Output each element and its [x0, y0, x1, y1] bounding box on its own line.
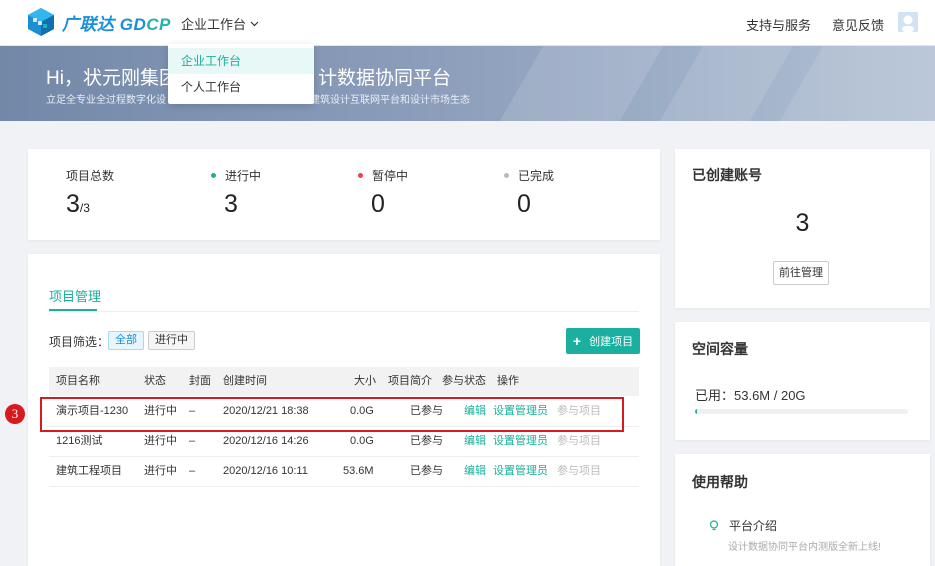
workspace-label: 企业工作台	[181, 17, 247, 32]
feedback-link[interactable]: 意见反馈	[832, 15, 884, 34]
stat-done-label: 已完成	[518, 169, 555, 183]
table-row: 建筑工程项目 进行中 – 2020/12/16 10:11 53.6M 已参与 …	[49, 457, 639, 487]
edit-link[interactable]: 编辑	[464, 457, 486, 486]
stat-done: 已完成 0	[504, 167, 554, 219]
storage-card: 空间容量 已用：53.6M / 20G	[675, 322, 930, 440]
workspace-dropdown: 企业工作台 个人工作台	[168, 44, 314, 104]
plus-icon: +	[572, 333, 582, 349]
filter-all[interactable]: 全部	[108, 331, 144, 350]
top-header: 广联达 GDCP 企业工作台 支持与服务 意见反馈	[0, 0, 935, 46]
avatar[interactable]	[898, 12, 918, 32]
status-dot-gray	[504, 173, 509, 178]
stats-card: 项目总数 3/3 进行中 3 暂停中 0 已完成 0	[28, 149, 660, 240]
col-participation: 参与状态	[442, 375, 486, 387]
set-admin-link[interactable]: 设置管理员	[493, 457, 548, 486]
help-item-title: 平台介绍	[729, 519, 778, 533]
accounts-card: 已创建账号 3 前往管理	[675, 149, 930, 308]
stat-total: 项目总数 3/3	[66, 167, 114, 219]
user-avatar-icon	[898, 12, 918, 32]
col-cover: 封面	[189, 375, 211, 387]
workspace-switcher[interactable]: 企业工作台	[181, 14, 259, 33]
logo[interactable]: 广联达 GDCP	[26, 7, 171, 37]
row-status: 进行中	[144, 465, 177, 477]
col-size: 大小	[354, 375, 376, 387]
col-created: 创建时间	[223, 375, 267, 387]
support-link[interactable]: 支持与服务	[746, 15, 811, 34]
stat-done-value: 0	[517, 190, 531, 218]
row-size: 53.6M	[343, 465, 374, 477]
dropdown-item-personal[interactable]: 个人工作台	[168, 74, 314, 100]
status-dot-green	[211, 173, 216, 178]
annotation-number-badge: 3	[5, 404, 25, 424]
tab-project-management[interactable]: 项目管理	[49, 286, 101, 305]
stat-paused-label: 暂停中	[372, 169, 409, 183]
stat-total-label: 项目总数	[66, 169, 115, 183]
filter-label: 项目筛选：	[49, 335, 110, 349]
help-item-intro[interactable]: 平台介绍	[709, 517, 777, 534]
dropdown-item-enterprise[interactable]: 企业工作台	[168, 48, 314, 74]
annotation-highlight-box	[40, 397, 624, 432]
storage-progress-bar	[695, 409, 908, 414]
lightbulb-icon	[709, 519, 719, 530]
join-project-link: 参与项目	[557, 465, 601, 477]
stat-in-progress: 进行中 3	[211, 167, 261, 219]
storage-title: 空间容量	[692, 341, 748, 357]
row-created: 2020/12/16 10:11	[223, 465, 308, 477]
stat-paused: 暂停中 0	[358, 167, 408, 219]
table-header: 项目名称 状态 封面 创建时间 大小 项目简介 参与状态 操作	[49, 367, 639, 396]
chevron-down-icon	[250, 21, 259, 26]
stat-in-progress-label: 进行中	[225, 169, 262, 183]
help-title: 使用帮助	[692, 474, 748, 490]
help-item-desc: 设计数据协同平台内测版全新上线!	[728, 542, 881, 553]
create-project-button[interactable]: + 创建项目	[566, 328, 640, 354]
col-intro: 项目简介	[388, 375, 432, 387]
welcome-banner: Hi，状元刚集团 计数据协同平台 立足全专业全过程数字化设 阔建筑设计互联网平台和设…	[0, 46, 935, 121]
storage-progress-fill	[695, 409, 697, 414]
col-name: 项目名称	[56, 375, 100, 387]
accounts-count: 3	[795, 209, 810, 237]
col-actions: 操作	[497, 375, 519, 387]
stat-paused-value: 0	[371, 190, 385, 218]
row-name: 建筑工程项目	[56, 465, 122, 477]
row-intro: 已参与	[410, 465, 443, 477]
logo-cube-icon	[28, 8, 54, 36]
help-card: 使用帮助 平台介绍 设计数据协同平台内测版全新上线!	[675, 454, 930, 566]
storage-used-text: 已用：53.6M / 20G	[695, 388, 806, 403]
go-manage-button[interactable]: 前往管理	[773, 261, 829, 285]
row-cover: –	[189, 465, 196, 477]
stat-total-value: 3/3	[66, 190, 90, 218]
col-status: 状态	[144, 375, 166, 387]
tab-divider	[49, 311, 639, 312]
stat-in-progress-value: 3	[224, 190, 238, 218]
accounts-title: 已创建账号	[692, 167, 762, 183]
status-dot-red	[358, 173, 363, 178]
logo-text: 广联达 GDCP	[62, 14, 171, 34]
filter-in-progress[interactable]: 进行中	[148, 331, 195, 350]
